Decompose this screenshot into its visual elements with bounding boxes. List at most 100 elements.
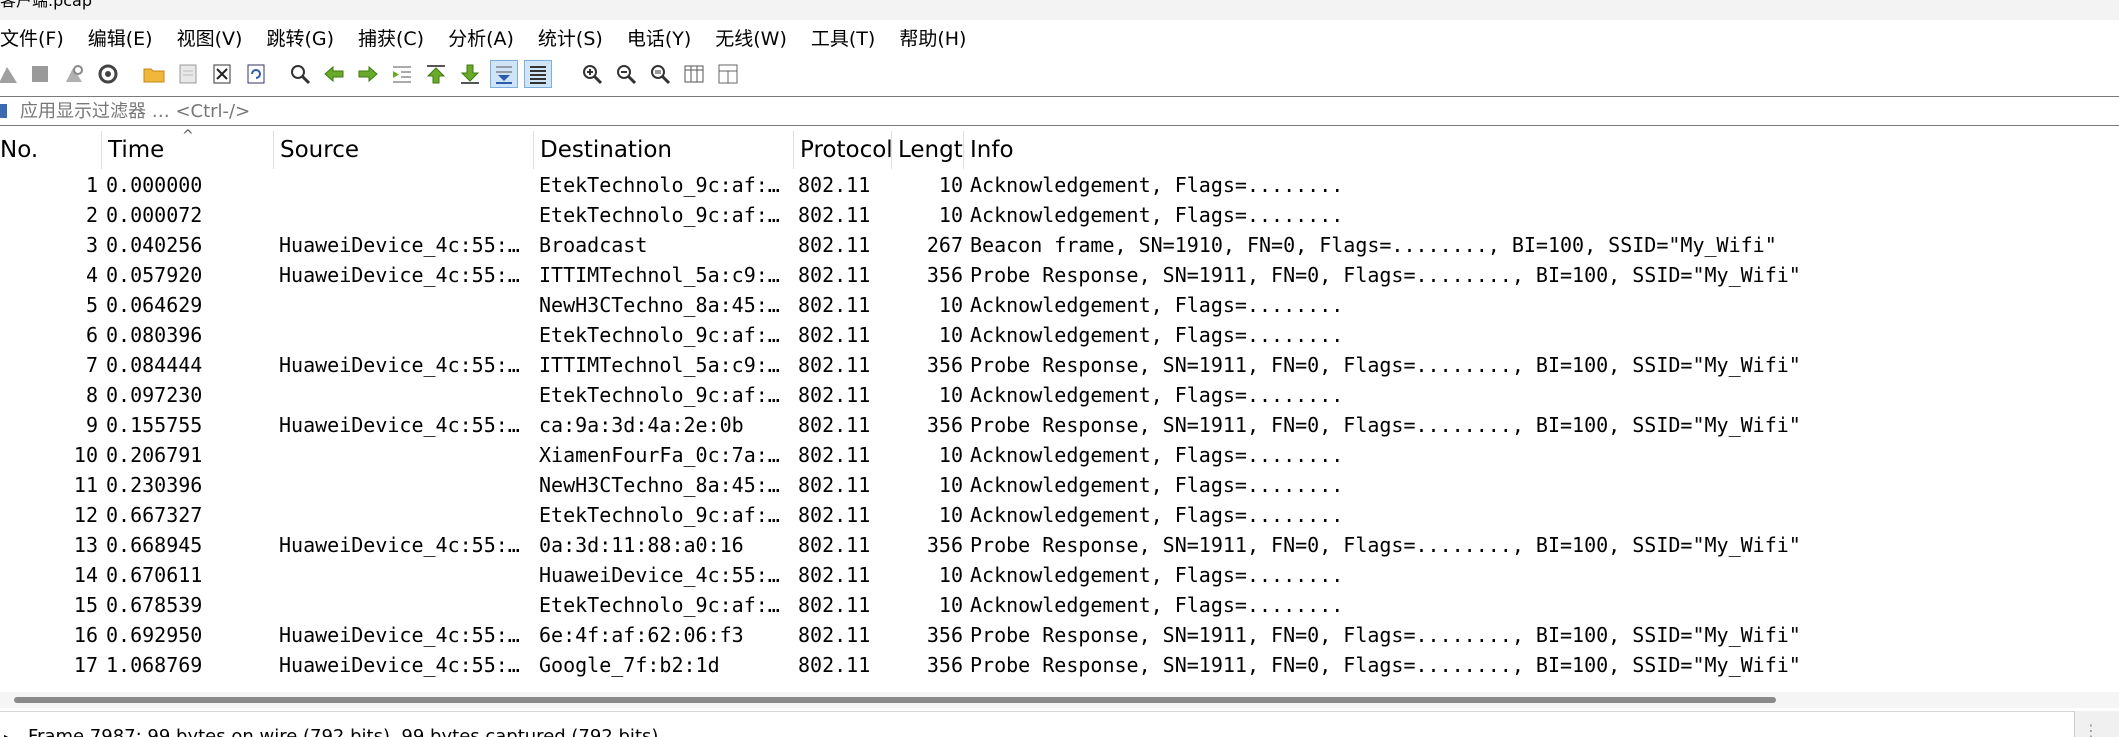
cell-time: 0.040256 <box>106 233 203 257</box>
column-header-info[interactable]: Info <box>964 131 2119 169</box>
menu-analyze[interactable]: 分析(A) <box>448 24 526 51</box>
cell-length: 10 <box>938 323 963 347</box>
shark-fin-start-icon[interactable] <box>0 60 22 88</box>
expand-arrow-icon[interactable]: ▸ <box>4 730 10 737</box>
cell-protocol: 802.11 <box>798 563 871 587</box>
menu-edit[interactable]: 编辑(E) <box>88 24 165 51</box>
cell-info: Acknowledgement, Flags=........ <box>970 503 1344 527</box>
cell-length: 10 <box>938 293 963 317</box>
cell-protocol: 802.11 <box>798 173 871 197</box>
menu-view[interactable]: 视图(V) <box>177 24 255 51</box>
cell-info: Probe Response, SN=1911, FN=0, Flags=...… <box>970 263 1801 287</box>
go-last-packet-icon[interactable] <box>456 60 484 88</box>
find-packet-icon[interactable] <box>286 60 314 88</box>
table-row[interactable]: 6 0.080396 EtekTechnolo_9c:af:… 802.11 10 Ack… <box>0 320 2119 350</box>
normal-size-icon[interactable] <box>646 60 674 88</box>
table-row[interactable]: 3 0.040256 HuaweiDevice_4c:55:… Broadcast 80… <box>0 230 2119 260</box>
cell-destination: XiamenFourFa_0c:7a:… <box>539 443 780 467</box>
go-back-icon[interactable] <box>320 60 348 88</box>
cell-info: Acknowledgement, Flags=........ <box>970 473 1344 497</box>
cell-time: 0.668945 <box>106 533 203 557</box>
go-forward-icon[interactable] <box>354 60 382 88</box>
cell-source: HuaweiDevice_4c:55:… <box>279 233 520 257</box>
stop-capture-icon[interactable] <box>26 60 54 88</box>
menu-tools[interactable]: 工具(T) <box>811 24 887 51</box>
column-header-source[interactable]: Source <box>274 131 534 169</box>
cell-time: 0.670611 <box>106 563 203 587</box>
cell-destination: 6e:4f:af:62:06:f3 <box>539 623 744 647</box>
cell-destination: 0a:3d:11:88:a0:16 <box>539 533 744 557</box>
cell-no: 13 <box>73 533 98 557</box>
menu-statistics[interactable]: 统计(S) <box>538 24 615 51</box>
cell-protocol: 802.11 <box>798 233 871 257</box>
table-row[interactable]: 10 0.206791 XiamenFourFa_0c:7a:… 802.11 10 Ac… <box>0 440 2119 470</box>
column-header-destination[interactable]: Destination <box>534 131 794 169</box>
frame-summary[interactable]: Frame 7987: 99 bytes on wire (792 bits),… <box>28 726 658 737</box>
cell-protocol: 802.11 <box>798 443 871 467</box>
filter-bookmark-icon[interactable] <box>0 104 7 118</box>
resize-columns-icon[interactable] <box>680 60 708 88</box>
horizontal-scrollbar[interactable] <box>0 692 2119 708</box>
cell-length: 10 <box>938 563 963 587</box>
table-row[interactable]: 15 0.678539 EtekTechnolo_9c:af:… 802.11 10 Ac… <box>0 590 2119 620</box>
cell-info: Acknowledgement, Flags=........ <box>970 383 1344 407</box>
reload-file-icon[interactable] <box>242 60 270 88</box>
cell-destination: EtekTechnolo_9c:af:… <box>539 593 780 617</box>
column-header-protocol[interactable]: Protocol <box>794 131 892 169</box>
close-file-icon[interactable] <box>208 60 236 88</box>
cell-destination: ca:9a:3d:4a:2e:0b <box>539 413 744 437</box>
display-filter-bar <box>0 96 2119 126</box>
table-row[interactable]: 11 0.230396 NewH3CTechno_8a:45:… 802.11 10 Ac… <box>0 470 2119 500</box>
table-row[interactable]: 8 0.097230 EtekTechnolo_9c:af:… 802.11 10 Ack… <box>0 380 2119 410</box>
cell-no: 8 <box>85 383 98 407</box>
side-panel-indicator: ⋮ <box>2083 721 2099 737</box>
go-to-packet-icon[interactable] <box>388 60 416 88</box>
cell-destination: ITTIMTechnol_5a:c9:… <box>539 353 780 377</box>
table-row[interactable]: 2 0.000072 EtekTechnolo_9c:af:… 802.11 10 Ack… <box>0 200 2119 230</box>
menu-wireless[interactable]: 无线(W) <box>715 24 799 51</box>
column-header-no[interactable]: No. <box>0 131 102 169</box>
capture-options-gear-icon[interactable] <box>94 60 122 88</box>
display-filter-input[interactable] <box>12 99 2119 123</box>
menu-go[interactable]: 跳转(G) <box>266 24 346 51</box>
table-row[interactable]: 17 1.068769 HuaweiDevice_4c:55:… Google_7f:… <box>0 650 2119 680</box>
cell-time: 0.230396 <box>106 473 203 497</box>
table-row[interactable]: 16 0.692950 HuaweiDevice_4c:55:… 6e:4f:af:6… <box>0 620 2119 650</box>
table-row[interactable]: 9 0.155755 HuaweiDevice_4c:55:… ca:9a:3d:4a… <box>0 410 2119 440</box>
go-first-packet-icon[interactable] <box>422 60 450 88</box>
save-file-icon[interactable] <box>174 60 202 88</box>
table-row[interactable]: 5 0.064629 NewH3CTechno_8a:45:… 802.11 10 Ack… <box>0 290 2119 320</box>
cell-destination: EtekTechnolo_9c:af:… <box>539 503 780 527</box>
table-row[interactable]: 1 0.000000 EtekTechnolo_9c:af:… 802.11 10 Ack… <box>0 170 2119 200</box>
menu-file[interactable]: 文件(F) <box>0 24 76 51</box>
cell-protocol: 802.11 <box>798 263 871 287</box>
colorize-icon[interactable] <box>524 60 552 88</box>
cell-length: 10 <box>938 383 963 407</box>
table-row[interactable]: 4 0.057920 HuaweiDevice_4c:55:… ITTIMTechno… <box>0 260 2119 290</box>
auto-scroll-icon[interactable] <box>490 60 518 88</box>
restart-capture-icon[interactable] <box>60 60 88 88</box>
zoom-in-icon[interactable] <box>578 60 606 88</box>
table-row[interactable]: 7 0.084444 HuaweiDevice_4c:55:… ITTIMTechno… <box>0 350 2119 380</box>
layout-panes-icon[interactable] <box>714 60 742 88</box>
cell-destination: NewH3CTechno_8a:45:… <box>539 293 780 317</box>
wireshark-window: 客户端.pcap 文件(F) 编辑(E) 视图(V) 跳转(G) 捕获(C) 分… <box>0 0 2119 737</box>
table-row[interactable]: 14 0.670611 HuaweiDevice_4c:55:… 802.11 10 Ac… <box>0 560 2119 590</box>
cell-info: Acknowledgement, Flags=........ <box>970 323 1344 347</box>
cell-protocol: 802.11 <box>798 473 871 497</box>
cell-protocol: 802.11 <box>798 383 871 407</box>
menu-telephony[interactable]: 电话(Y) <box>627 24 703 51</box>
cell-source: HuaweiDevice_4c:55:… <box>279 623 520 647</box>
menu-help[interactable]: 帮助(H) <box>899 24 978 51</box>
title-bar: 客户端.pcap <box>0 0 2119 20</box>
zoom-out-icon[interactable] <box>612 60 640 88</box>
cell-length: 356 <box>926 623 963 647</box>
menu-capture[interactable]: 捕获(C) <box>358 24 436 51</box>
open-folder-icon[interactable] <box>140 60 168 88</box>
table-row[interactable]: 12 0.667327 EtekTechnolo_9c:af:… 802.11 10 Ac… <box>0 500 2119 530</box>
table-row[interactable]: 13 0.668945 HuaweiDevice_4c:55:… 0a:3d:11:8… <box>0 530 2119 560</box>
cell-info: Acknowledgement, Flags=........ <box>970 593 1344 617</box>
column-header-length[interactable]: Length <box>892 131 964 169</box>
horizontal-scrollbar-thumb[interactable] <box>14 697 1776 703</box>
cell-protocol: 802.11 <box>798 413 871 437</box>
